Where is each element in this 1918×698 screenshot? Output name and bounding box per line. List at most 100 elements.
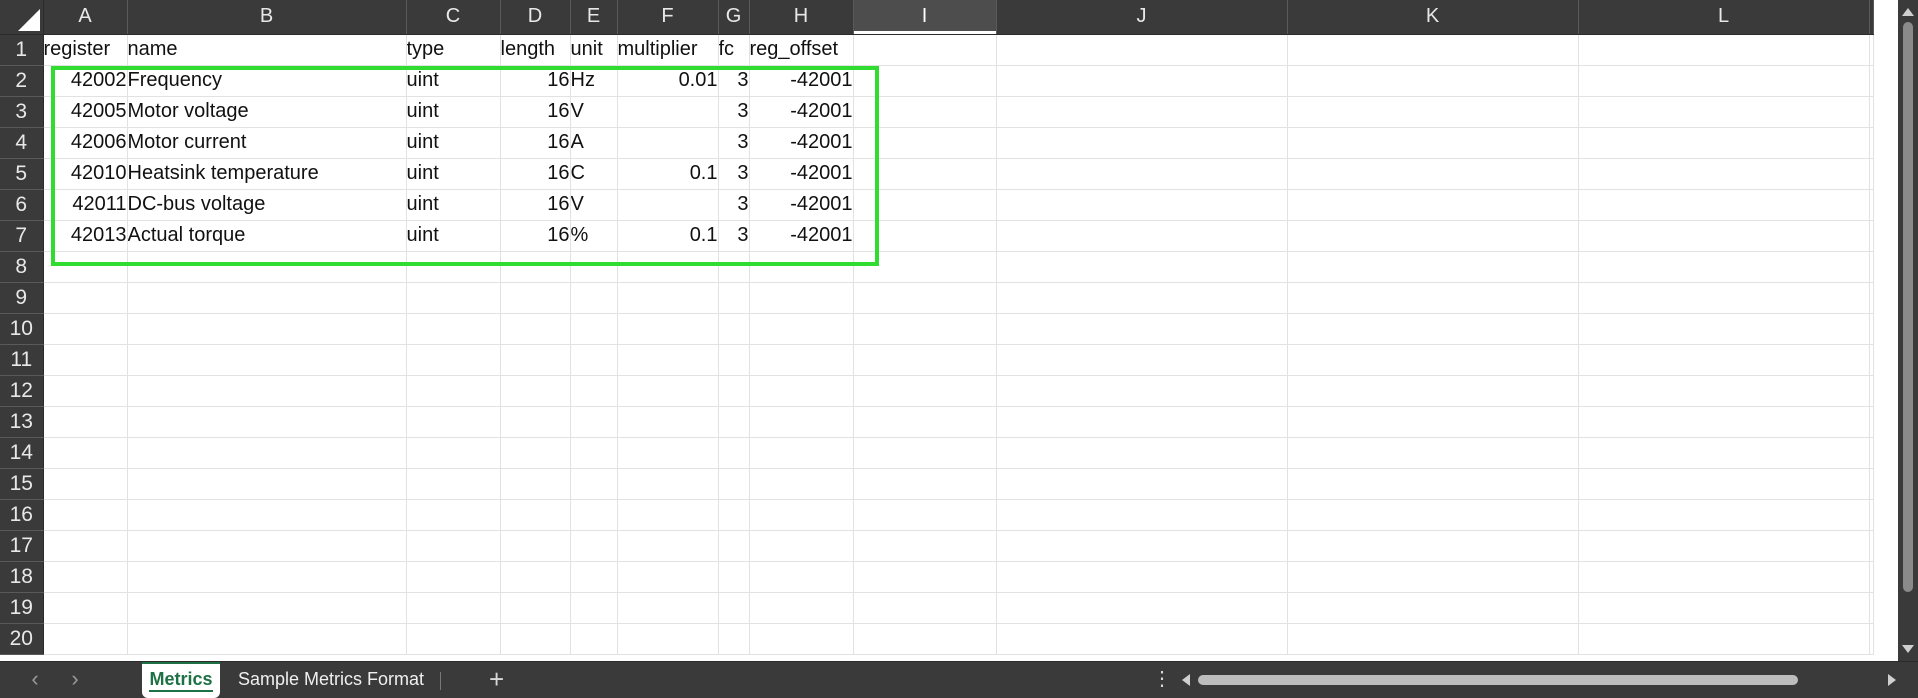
cell-a8[interactable]: [43, 251, 128, 283]
horizontal-scrollbar[interactable]: [1180, 670, 1898, 690]
cell-h9[interactable]: [749, 282, 854, 314]
cell-f2[interactable]: 0.01: [617, 65, 719, 97]
cell-h6[interactable]: -42001: [749, 189, 854, 221]
cell-j1[interactable]: [996, 34, 1288, 66]
cell-g5[interactable]: 3: [718, 158, 750, 190]
cell-a11[interactable]: [43, 344, 128, 376]
cell-b14[interactable]: [127, 437, 407, 469]
cell-g19[interactable]: [718, 592, 750, 624]
cell-f6[interactable]: [617, 189, 719, 221]
cell-h11[interactable]: [749, 344, 854, 376]
cell-d16[interactable]: [500, 499, 571, 531]
cell-j15[interactable]: [996, 468, 1288, 500]
cell-b12[interactable]: [127, 375, 407, 407]
cell-c12[interactable]: [406, 375, 501, 407]
cell-a4[interactable]: 42006: [43, 127, 128, 159]
cell-j18[interactable]: [996, 561, 1288, 593]
cell-l2[interactable]: [1578, 65, 1870, 97]
cell-l6[interactable]: [1578, 189, 1870, 221]
cell-l19[interactable]: [1578, 592, 1870, 624]
cell-e1[interactable]: unit: [570, 34, 618, 66]
cell-j7[interactable]: [996, 220, 1288, 252]
row-header[interactable]: 13: [0, 406, 44, 438]
cell-e20[interactable]: [570, 623, 618, 655]
cell-f18[interactable]: [617, 561, 719, 593]
cell-d8[interactable]: [500, 251, 571, 283]
cell-e11[interactable]: [570, 344, 618, 376]
cell-i4[interactable]: [853, 127, 997, 159]
cell-d19[interactable]: [500, 592, 571, 624]
cell-g16[interactable]: [718, 499, 750, 531]
cell-j19[interactable]: [996, 592, 1288, 624]
row-header[interactable]: 20: [0, 623, 44, 655]
cell-j16[interactable]: [996, 499, 1288, 531]
cell-j2[interactable]: [996, 65, 1288, 97]
cell-k15[interactable]: [1287, 468, 1579, 500]
cell-e5[interactable]: C: [570, 158, 618, 190]
cell-d18[interactable]: [500, 561, 571, 593]
cell-b17[interactable]: [127, 530, 407, 562]
cell-g12[interactable]: [718, 375, 750, 407]
cell-e19[interactable]: [570, 592, 618, 624]
cell-i3[interactable]: [853, 96, 997, 128]
row-header[interactable]: 6: [0, 189, 44, 221]
column-header-j[interactable]: J: [996, 0, 1288, 35]
chevron-right-icon[interactable]: ›: [60, 666, 90, 692]
cell-f4[interactable]: [617, 127, 719, 159]
cell-c13[interactable]: [406, 406, 501, 438]
column-header-d[interactable]: D: [500, 0, 571, 35]
cell-f16[interactable]: [617, 499, 719, 531]
cell-f11[interactable]: [617, 344, 719, 376]
cell-j4[interactable]: [996, 127, 1288, 159]
cell-d20[interactable]: [500, 623, 571, 655]
horizontal-scroll-thumb[interactable]: [1198, 675, 1798, 685]
cell-c18[interactable]: [406, 561, 501, 593]
cell-h18[interactable]: [749, 561, 854, 593]
cell-i11[interactable]: [853, 344, 997, 376]
cell-f3[interactable]: [617, 96, 719, 128]
cell-e17[interactable]: [570, 530, 618, 562]
column-header-b[interactable]: B: [127, 0, 407, 35]
cell-f10[interactable]: [617, 313, 719, 345]
cell-i8[interactable]: [853, 251, 997, 283]
cell-f8[interactable]: [617, 251, 719, 283]
cell-f17[interactable]: [617, 530, 719, 562]
cell-h14[interactable]: [749, 437, 854, 469]
cell-i10[interactable]: [853, 313, 997, 345]
cell-e9[interactable]: [570, 282, 618, 314]
cell-f7[interactable]: 0.1: [617, 220, 719, 252]
cell-d4[interactable]: 16: [500, 127, 571, 159]
cell-f19[interactable]: [617, 592, 719, 624]
cell-k3[interactable]: [1287, 96, 1579, 128]
cell-c1[interactable]: type: [406, 34, 501, 66]
cell-d15[interactable]: [500, 468, 571, 500]
row-header[interactable]: 4: [0, 127, 44, 159]
cell-b4[interactable]: Motor current: [127, 127, 407, 159]
scroll-right-icon[interactable]: [1888, 674, 1896, 686]
cell-b1[interactable]: name: [127, 34, 407, 66]
cell-k19[interactable]: [1287, 592, 1579, 624]
cell-b3[interactable]: Motor voltage: [127, 96, 407, 128]
cell-d11[interactable]: [500, 344, 571, 376]
select-all-button[interactable]: [0, 0, 44, 35]
cell-e3[interactable]: V: [570, 96, 618, 128]
row-header[interactable]: 5: [0, 158, 44, 190]
cell-b2[interactable]: Frequency: [127, 65, 407, 97]
row-header[interactable]: 17: [0, 530, 44, 562]
spreadsheet-grid[interactable]: ABCDEFGHIJKL 1 register name type length unit…: [0, 0, 1918, 661]
cell-d3[interactable]: 16: [500, 96, 571, 128]
cell-b7[interactable]: Actual torque: [127, 220, 407, 252]
row-header[interactable]: 7: [0, 220, 44, 252]
cell-f9[interactable]: [617, 282, 719, 314]
cell-d2[interactable]: 16: [500, 65, 571, 97]
cell-h10[interactable]: [749, 313, 854, 345]
row-header[interactable]: 18: [0, 561, 44, 593]
cell-j20[interactable]: [996, 623, 1288, 655]
cell-a2[interactable]: 42002: [43, 65, 128, 97]
cell-b15[interactable]: [127, 468, 407, 500]
cell-b11[interactable]: [127, 344, 407, 376]
cell-f5[interactable]: 0.1: [617, 158, 719, 190]
cell-k10[interactable]: [1287, 313, 1579, 345]
cell-k16[interactable]: [1287, 499, 1579, 531]
cell-l16[interactable]: [1578, 499, 1870, 531]
